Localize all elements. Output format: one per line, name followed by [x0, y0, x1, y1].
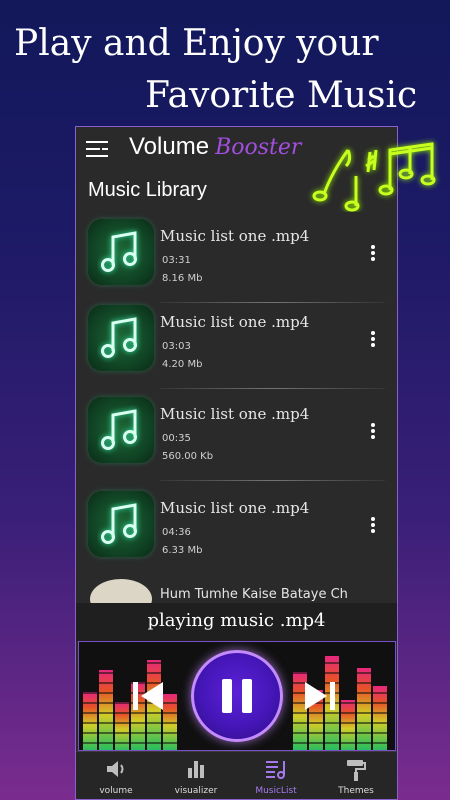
track-name: Music list one .mp4: [160, 499, 310, 517]
track-row[interactable]: Music list one .mp4 03:03 4.20 Mb: [76, 299, 397, 389]
track-size: 8.16 Mb: [162, 273, 203, 284]
track-row[interactable]: Music list one .mp4 00:35 560.00 Kb: [76, 391, 397, 481]
music-note-icon: [101, 231, 137, 272]
track-name: Music list one .mp4: [160, 405, 310, 423]
track-thumbnail: [88, 305, 154, 371]
pause-icon: [222, 679, 232, 713]
music-notes-decoration: [312, 142, 436, 212]
track-duration: 03:31: [162, 255, 191, 266]
promo-line-2: Favorite Music: [145, 75, 418, 116]
music-note-icon: [101, 317, 137, 358]
more-options-icon[interactable]: [367, 421, 379, 441]
nav-musiclist[interactable]: MusicList: [236, 752, 316, 799]
pause-button[interactable]: [191, 650, 283, 742]
track-name: Music list one .mp4: [160, 227, 310, 245]
track-duration: 04:36: [162, 527, 191, 538]
nav-visualizer[interactable]: visualizer: [156, 752, 236, 799]
app-screen: Volume Booster Music Library Music list o…: [75, 126, 398, 800]
pause-icon-bar: [242, 679, 252, 713]
paint-roller-icon: [347, 760, 366, 781]
nav-themes[interactable]: Themes: [316, 752, 396, 799]
track-size: 4.20 Mb: [162, 359, 203, 370]
promo-headline: Play and Enjoy your Favorite Music: [0, 18, 450, 122]
nav-label: volume: [99, 786, 133, 796]
track-thumbnail: [88, 397, 154, 463]
track-thumbnail: [88, 491, 154, 557]
now-playing-title: playing music .mp4: [147, 610, 326, 631]
track-duration: 00:35: [162, 433, 191, 444]
speaker-icon: [107, 761, 124, 777]
now-playing-bar: playing music .mp4: [76, 603, 397, 641]
nav-volume[interactable]: volume: [76, 752, 156, 799]
app-title-accent: Booster: [215, 135, 302, 160]
more-options-icon[interactable]: [367, 243, 379, 263]
skip-next-icon[interactable]: [301, 676, 339, 716]
player-panel: [78, 641, 396, 751]
track-row[interactable]: Music list one .mp4 04:36 6.33 Mb: [76, 485, 397, 575]
music-note-icon: [101, 409, 137, 450]
track-size: 6.33 Mb: [162, 545, 203, 556]
track-row[interactable]: Music list one .mp4 03:31 8.16 Mb: [76, 213, 397, 303]
track-list: Music list one .mp4 03:31 8.16 Mb Music …: [76, 213, 397, 597]
track-thumbnail: [88, 219, 154, 285]
app-title-main: Volume: [129, 133, 210, 160]
section-title: Music Library: [88, 179, 207, 201]
track-name: Music list one .mp4: [160, 313, 310, 331]
menu-icon[interactable]: [86, 139, 108, 159]
playlist-icon: [266, 761, 285, 779]
nav-label: MusicList: [255, 786, 297, 796]
more-options-icon[interactable]: [367, 329, 379, 349]
bars-icon: [188, 761, 204, 778]
music-note-icon: [101, 503, 137, 544]
track-duration: 03:03: [162, 341, 191, 352]
track-size: 560.00 Kb: [162, 451, 214, 462]
nav-label: visualizer: [174, 786, 218, 796]
promo-line-1: Play and Enjoy your: [14, 23, 379, 64]
more-options-icon[interactable]: [367, 515, 379, 535]
bottom-navigation: volume visualizer MusicList Themes: [76, 751, 397, 799]
row-divider: [160, 388, 385, 389]
row-divider: [160, 480, 385, 481]
track-name: Hum Tumhe Kaise Bataye Ch: [160, 587, 348, 602]
app-title: Volume Booster: [129, 133, 301, 161]
nav-label: Themes: [338, 786, 374, 796]
skip-previous-icon[interactable]: [129, 676, 167, 716]
